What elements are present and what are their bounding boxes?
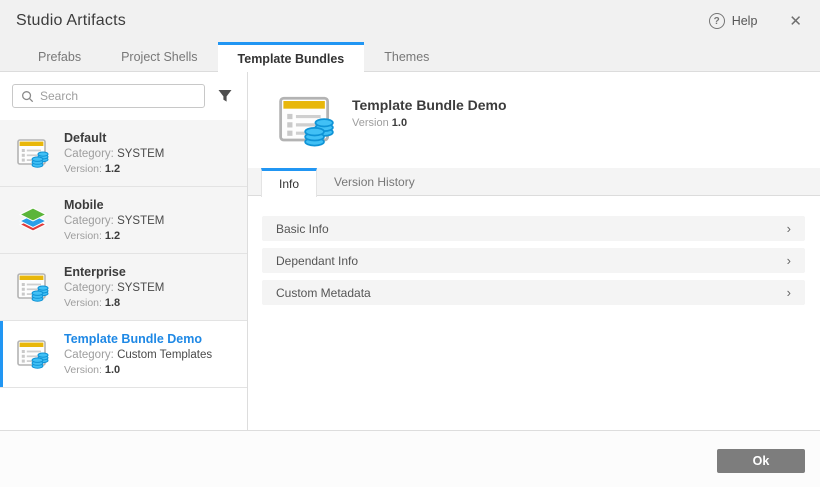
detail-version: Version 1.0 — [352, 117, 507, 129]
detail-tabbar: Info Version History — [248, 168, 820, 196]
item-version: 1.2 — [105, 230, 120, 242]
detail-title: Template Bundle Demo — [352, 97, 507, 113]
list-item-mobile[interactable]: Mobile Category: SYSTEM Version: 1.2 — [0, 187, 247, 254]
template-bundle-icon — [276, 93, 334, 147]
help-button[interactable]: ? Help — [709, 13, 758, 29]
list-item-enterprise[interactable]: Enterprise Category: SYSTEM Version: 1.8 — [0, 254, 247, 321]
chevron-right-icon: › — [787, 222, 791, 235]
item-version: 1.8 — [105, 297, 120, 309]
item-category: SYSTEM — [117, 148, 164, 160]
chevron-right-icon: › — [787, 286, 791, 299]
info-sections: Basic Info › Dependant Info › Custom Met… — [248, 196, 820, 305]
item-category: Custom Templates — [117, 349, 212, 361]
funnel-icon — [217, 88, 233, 104]
item-name: Template Bundle Demo — [64, 332, 212, 346]
artifact-tabbar: Prefabs Project Shells Template Bundles … — [0, 42, 820, 72]
tab-project-shells[interactable]: Project Shells — [101, 42, 217, 72]
item-category: SYSTEM — [117, 282, 164, 294]
tab-version-history[interactable]: Version History — [317, 168, 432, 196]
bundle-list-sidebar: Default Category: SYSTEM Version: 1.2 Mo… — [0, 72, 248, 430]
ok-button[interactable]: Ok — [717, 449, 805, 473]
filter-button[interactable] — [215, 86, 235, 106]
item-version: 1.0 — [105, 364, 120, 376]
item-name: Enterprise — [64, 265, 164, 279]
search-box[interactable] — [12, 84, 205, 108]
detail-header: Template Bundle Demo Version 1.0 — [248, 72, 820, 168]
template-bundle-icon — [16, 337, 50, 371]
page-title: Studio Artifacts — [16, 12, 126, 30]
dialog-footer: Ok — [0, 431, 820, 487]
chevron-right-icon: › — [787, 254, 791, 267]
tab-info[interactable]: Info — [261, 168, 317, 197]
item-name: Mobile — [64, 198, 164, 212]
section-custom-metadata[interactable]: Custom Metadata › — [262, 280, 805, 305]
item-category: SYSTEM — [117, 215, 164, 227]
item-version: 1.2 — [105, 163, 120, 175]
layers-icon — [16, 203, 50, 237]
detail-panel: Template Bundle Demo Version 1.0 Info Ve… — [248, 72, 820, 430]
tab-prefabs[interactable]: Prefabs — [18, 42, 101, 72]
dialog-header: Studio Artifacts ? Help ✕ — [0, 0, 820, 42]
magnifier-icon — [21, 90, 34, 103]
search-input[interactable] — [40, 89, 196, 103]
template-bundle-icon — [16, 270, 50, 304]
studio-artifacts-dialog: Studio Artifacts ? Help ✕ Prefabs Projec… — [0, 0, 820, 488]
list-item-template-bundle-demo[interactable]: Template Bundle Demo Category: Custom Te… — [0, 321, 247, 388]
bundle-list: Default Category: SYSTEM Version: 1.2 Mo… — [0, 120, 247, 430]
template-bundle-icon — [16, 136, 50, 170]
item-name: Default — [64, 131, 164, 145]
section-dependant-info[interactable]: Dependant Info › — [262, 248, 805, 273]
list-item-default[interactable]: Default Category: SYSTEM Version: 1.2 — [0, 120, 247, 187]
help-label: Help — [732, 14, 758, 28]
help-icon: ? — [709, 13, 725, 29]
section-basic-info[interactable]: Basic Info › — [262, 216, 805, 241]
tab-template-bundles[interactable]: Template Bundles — [218, 42, 365, 73]
tab-themes[interactable]: Themes — [364, 42, 449, 72]
close-icon[interactable]: ✕ — [787, 12, 804, 31]
